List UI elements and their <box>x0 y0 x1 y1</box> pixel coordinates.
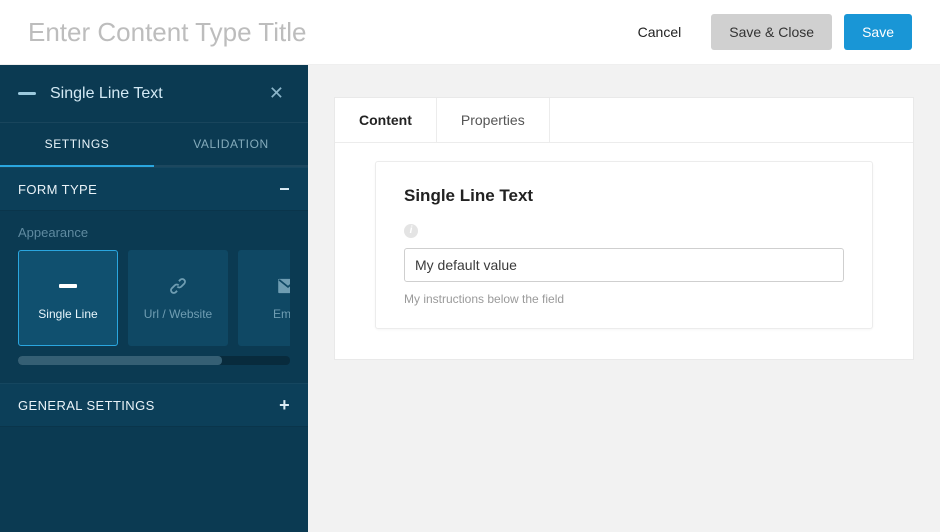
sidebar-tabs: SETTINGS VALIDATION <box>0 123 308 167</box>
appearance-label: Appearance <box>18 225 290 240</box>
tile-label: Email <box>273 307 290 321</box>
single-line-icon <box>59 275 77 297</box>
header: Cancel Save & Close Save <box>0 0 940 65</box>
tile-scrollbar[interactable] <box>18 356 290 365</box>
minus-icon <box>18 92 36 95</box>
section-head-general[interactable]: GENERAL SETTINGS + <box>0 383 308 427</box>
sidebar-title-bar: Single Line Text ✕ <box>0 65 308 123</box>
header-actions: Cancel Save & Close Save <box>620 14 912 50</box>
settings-sidebar: Single Line Text ✕ SETTINGS VALIDATION F… <box>0 65 308 532</box>
section-body-form-type: Appearance Single Line Url / Website <box>0 211 308 383</box>
close-icon[interactable]: ✕ <box>263 79 290 108</box>
save-close-button[interactable]: Save & Close <box>711 14 832 50</box>
save-button[interactable]: Save <box>844 14 912 50</box>
tab-properties[interactable]: Properties <box>437 98 550 142</box>
tab-settings[interactable]: SETTINGS <box>0 123 154 167</box>
tile-label: Single Line <box>38 307 97 321</box>
appearance-tile-single-line[interactable]: Single Line <box>18 250 118 346</box>
section-title-general: GENERAL SETTINGS <box>18 398 155 413</box>
field-preview-card: Single Line Text i My instructions below… <box>375 161 873 329</box>
email-icon <box>277 275 290 297</box>
appearance-tile-email[interactable]: Email <box>238 250 290 346</box>
field-instructions: My instructions below the field <box>404 292 844 306</box>
field-title: Single Line Text <box>404 186 844 206</box>
section-head-form-type[interactable]: FORM TYPE − <box>0 167 308 211</box>
tile-label: Url / Website <box>144 307 212 321</box>
content-type-title-input[interactable] <box>28 17 568 48</box>
scroll-thumb[interactable] <box>18 356 222 365</box>
preview-text-input[interactable] <box>404 248 844 282</box>
link-icon <box>167 275 189 297</box>
preview-container: Content Properties Single Line Text i My… <box>334 97 914 360</box>
appearance-tiles: Single Line Url / Website Email <box>18 250 290 346</box>
main-area: Single Line Text ✕ SETTINGS VALIDATION F… <box>0 65 940 532</box>
cancel-button[interactable]: Cancel <box>620 14 700 50</box>
tab-content[interactable]: Content <box>335 98 437 142</box>
preview-panel: Content Properties Single Line Text i My… <box>308 65 940 532</box>
field-type-name: Single Line Text <box>50 85 163 103</box>
tab-validation[interactable]: VALIDATION <box>154 123 308 167</box>
section-title-form-type: FORM TYPE <box>18 182 97 197</box>
expand-icon: + <box>279 396 290 414</box>
appearance-tile-url[interactable]: Url / Website <box>128 250 228 346</box>
info-icon: i <box>404 224 418 238</box>
collapse-icon: − <box>279 180 290 198</box>
preview-tabs: Content Properties <box>335 98 913 143</box>
